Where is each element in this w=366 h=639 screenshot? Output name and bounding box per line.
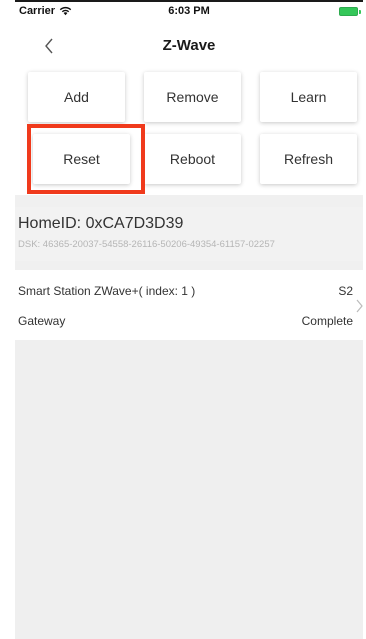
device-status: Complete bbox=[301, 314, 353, 328]
clock-time: 6:03 PM bbox=[168, 5, 210, 17]
section-divider bbox=[15, 195, 363, 207]
learn-button[interactable]: Learn bbox=[260, 72, 357, 122]
remove-button[interactable]: Remove bbox=[144, 72, 241, 122]
empty-content-area bbox=[15, 340, 363, 639]
security-level: S2 bbox=[338, 284, 353, 298]
dsk-code: DSK: 46365-20037-54558-26116-50206-49354… bbox=[18, 239, 275, 250]
add-button[interactable]: Add bbox=[28, 72, 125, 122]
page-title: Z-Wave bbox=[162, 37, 216, 54]
home-info-section: HomeID: 0xCA7D3D39 DSK: 46365-20037-5455… bbox=[15, 207, 363, 261]
navigation-bar: Z-Wave bbox=[15, 26, 363, 70]
device-list-item[interactable]: Smart Station ZWave+( index: 1 ) S2 Gate… bbox=[15, 270, 363, 340]
refresh-button[interactable]: Refresh bbox=[260, 134, 357, 184]
device-name: Smart Station ZWave+( index: 1 ) bbox=[18, 284, 196, 298]
status-bar: Carrier 6:03 PM bbox=[15, 0, 363, 22]
app-screen: Carrier 6:03 PM Z-Wave Add Remove Learn … bbox=[15, 0, 363, 639]
home-id: HomeID: 0xCA7D3D39 bbox=[18, 215, 184, 232]
section-divider bbox=[15, 261, 363, 270]
chevron-right-icon bbox=[356, 299, 363, 313]
reboot-button[interactable]: Reboot bbox=[144, 134, 241, 184]
battery-icon bbox=[339, 7, 361, 16]
device-type: Gateway bbox=[18, 314, 66, 328]
reset-highlight-box bbox=[27, 124, 145, 194]
